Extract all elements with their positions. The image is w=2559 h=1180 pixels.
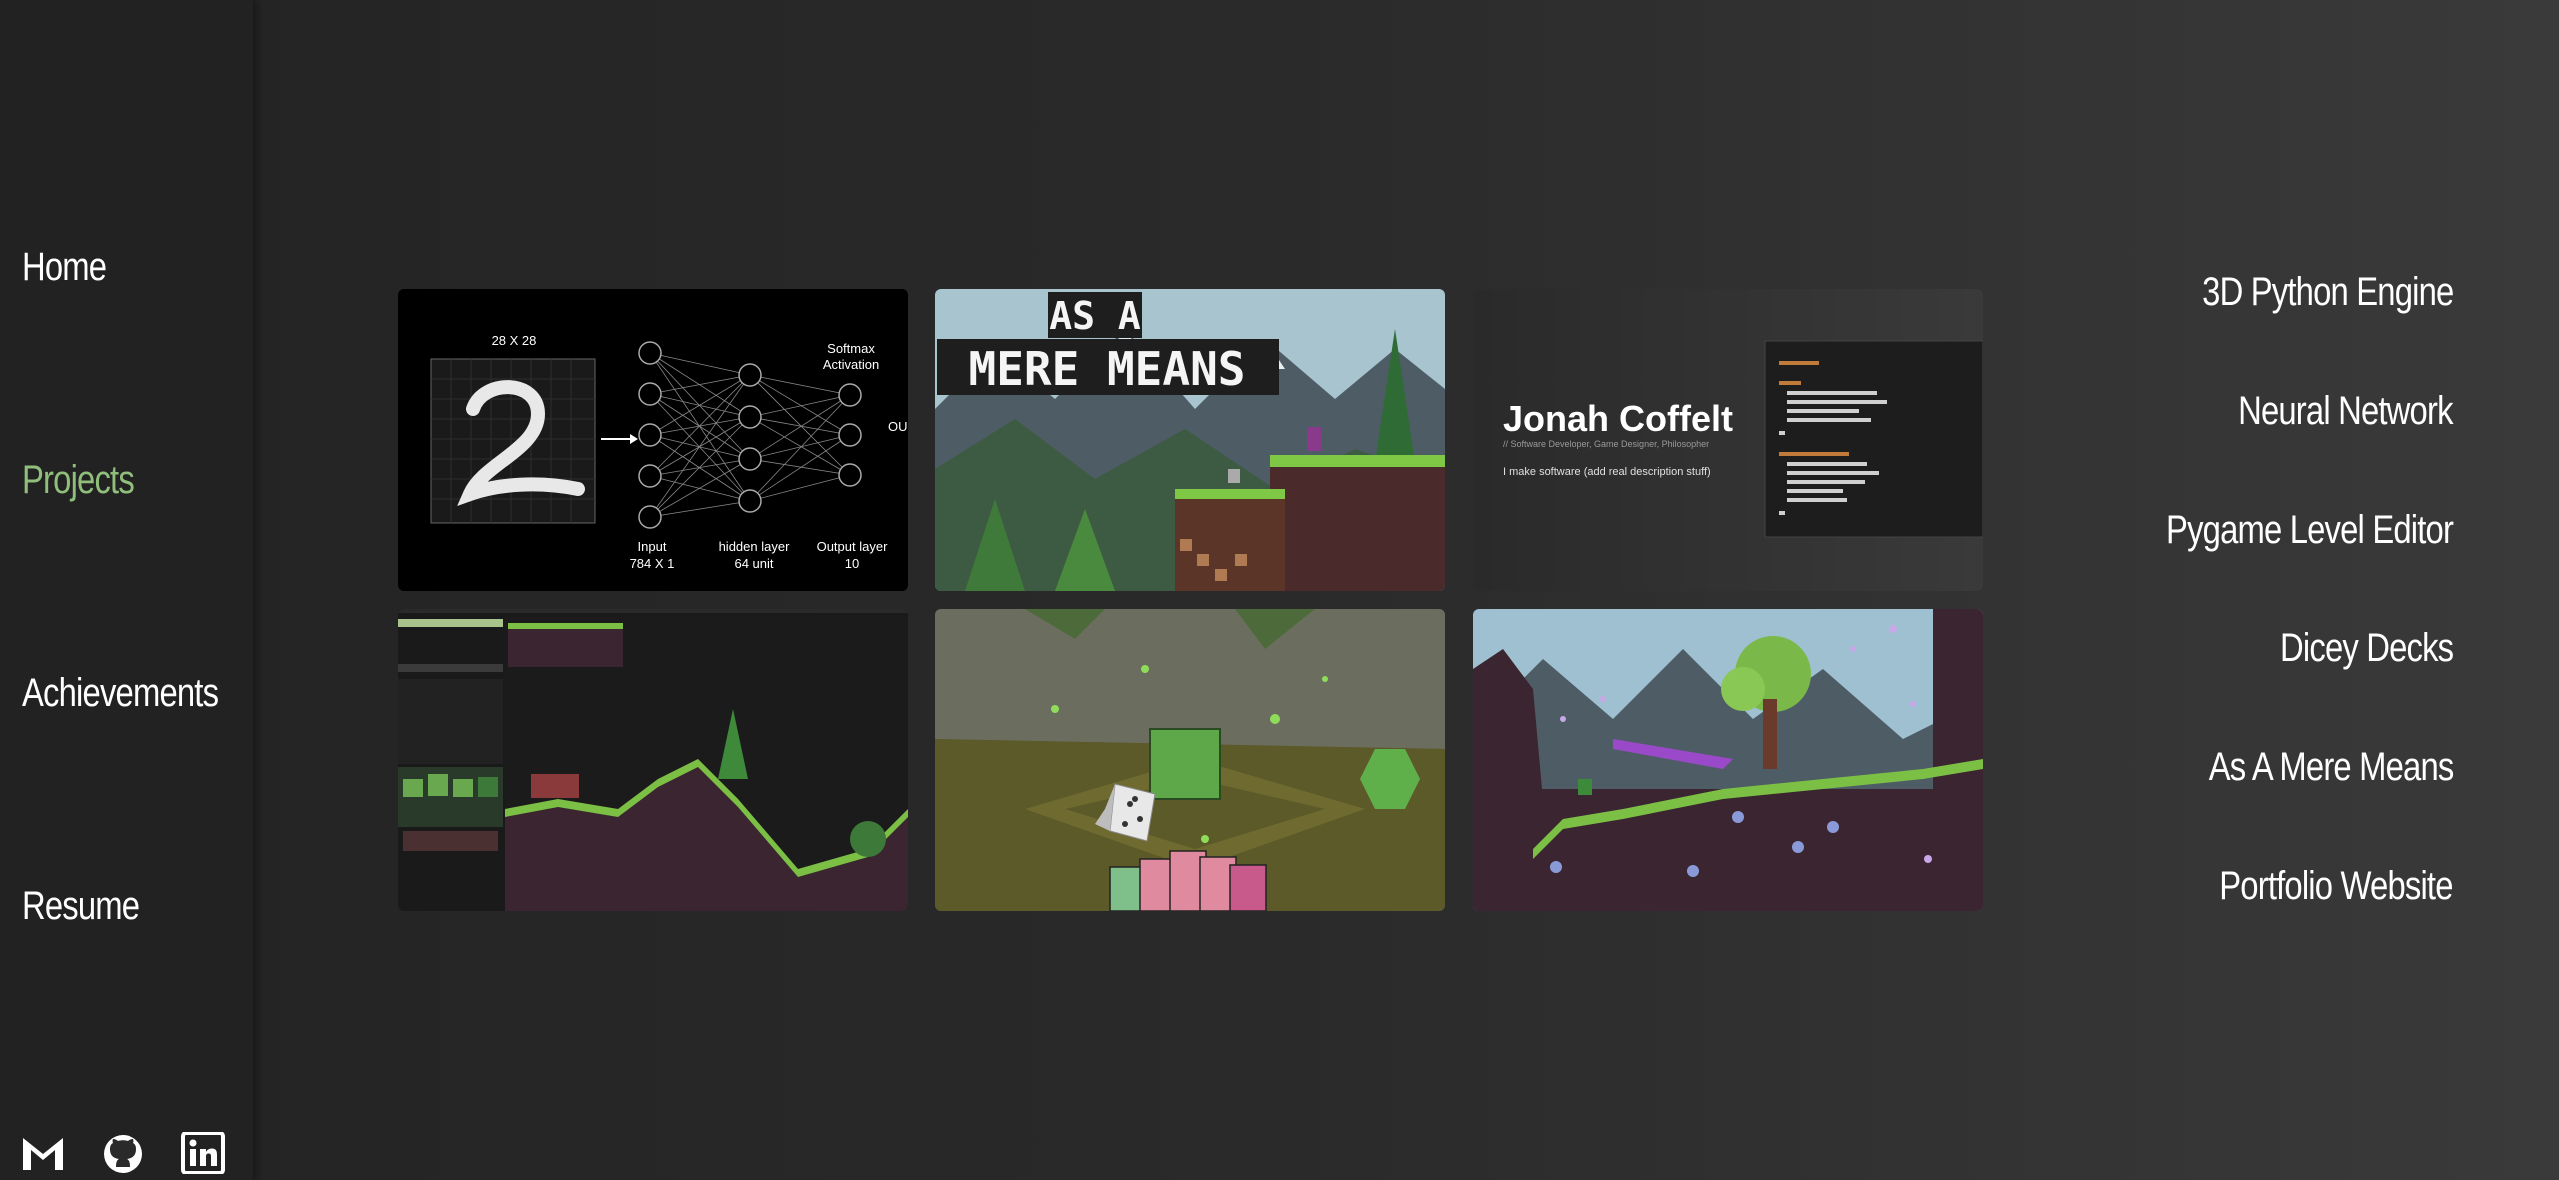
svg-text:Softmax: Softmax [827, 341, 875, 356]
nav-projects[interactable]: Projects [22, 458, 135, 503]
svg-text:I make software (add real desc: I make software (add real description st… [1503, 466, 1711, 478]
mere-means-image: AS A MERE MEANS [935, 289, 1445, 591]
svg-text:Input: Input [638, 539, 667, 554]
portfolio-website-card[interactable]: Jonah Coffelt // Software Developer, Gam… [1473, 289, 1983, 591]
neural-network-card[interactable]: 28 X 28 Softmax Activation OU Input 784 … [398, 289, 908, 591]
project-link-pygame-level-editor[interactable]: Pygame Level Editor [2166, 508, 2454, 553]
nav-resume[interactable]: Resume [22, 884, 140, 929]
pygame-level-editor-card[interactable] [398, 609, 908, 911]
sidebar: Home Projects Achievements Resume [0, 0, 254, 1180]
svg-text:OU: OU [888, 419, 908, 434]
svg-text:hidden layer: hidden layer [719, 539, 790, 554]
social-links [20, 1131, 226, 1175]
mere-means-title-1: AS A [1049, 294, 1141, 338]
svg-text:// Software Developer, Game De: // Software Developer, Game Designer, Ph… [1503, 439, 1709, 449]
svg-text:Output layer: Output layer [817, 539, 888, 554]
gmail-icon[interactable] [20, 1132, 66, 1174]
project-link-as-a-mere-means[interactable]: As A Mere Means [2208, 745, 2454, 790]
platformer-image [1473, 609, 1983, 911]
svg-text:Activation: Activation [823, 357, 879, 372]
size-label: 28 X 28 [492, 333, 537, 348]
github-icon[interactable] [100, 1132, 146, 1174]
project-link-dicey-decks[interactable]: Dicey Decks [2280, 626, 2454, 671]
as-a-mere-means-card[interactable]: AS A MERE MEANS [935, 289, 1445, 591]
svg-text:64 unit: 64 unit [734, 556, 773, 571]
linkedin-icon[interactable] [180, 1131, 226, 1175]
project-link-neural-network[interactable]: Neural Network [2238, 389, 2453, 434]
mere-means-title-2: MERE MEANS [969, 342, 1246, 396]
nav-home[interactable]: Home [22, 245, 107, 290]
project-link-portfolio-website[interactable]: Portfolio Website [2220, 864, 2454, 909]
dicey-decks-image [935, 609, 1445, 911]
svg-text:10: 10 [845, 556, 859, 571]
portfolio-name: Jonah Coffelt [1503, 398, 1733, 439]
portfolio-image: Jonah Coffelt // Software Developer, Gam… [1473, 289, 1983, 591]
dicey-decks-card[interactable] [935, 609, 1445, 911]
platformer-card[interactable] [1473, 609, 1983, 911]
svg-text:784 X 1: 784 X 1 [630, 556, 675, 571]
project-link-3d-python-engine[interactable]: 3D Python Engine [2202, 270, 2454, 315]
level-editor-image [398, 609, 908, 911]
neural-network-image: 28 X 28 Softmax Activation OU Input 784 … [398, 289, 908, 591]
nav-achievements[interactable]: Achievements [22, 671, 219, 716]
